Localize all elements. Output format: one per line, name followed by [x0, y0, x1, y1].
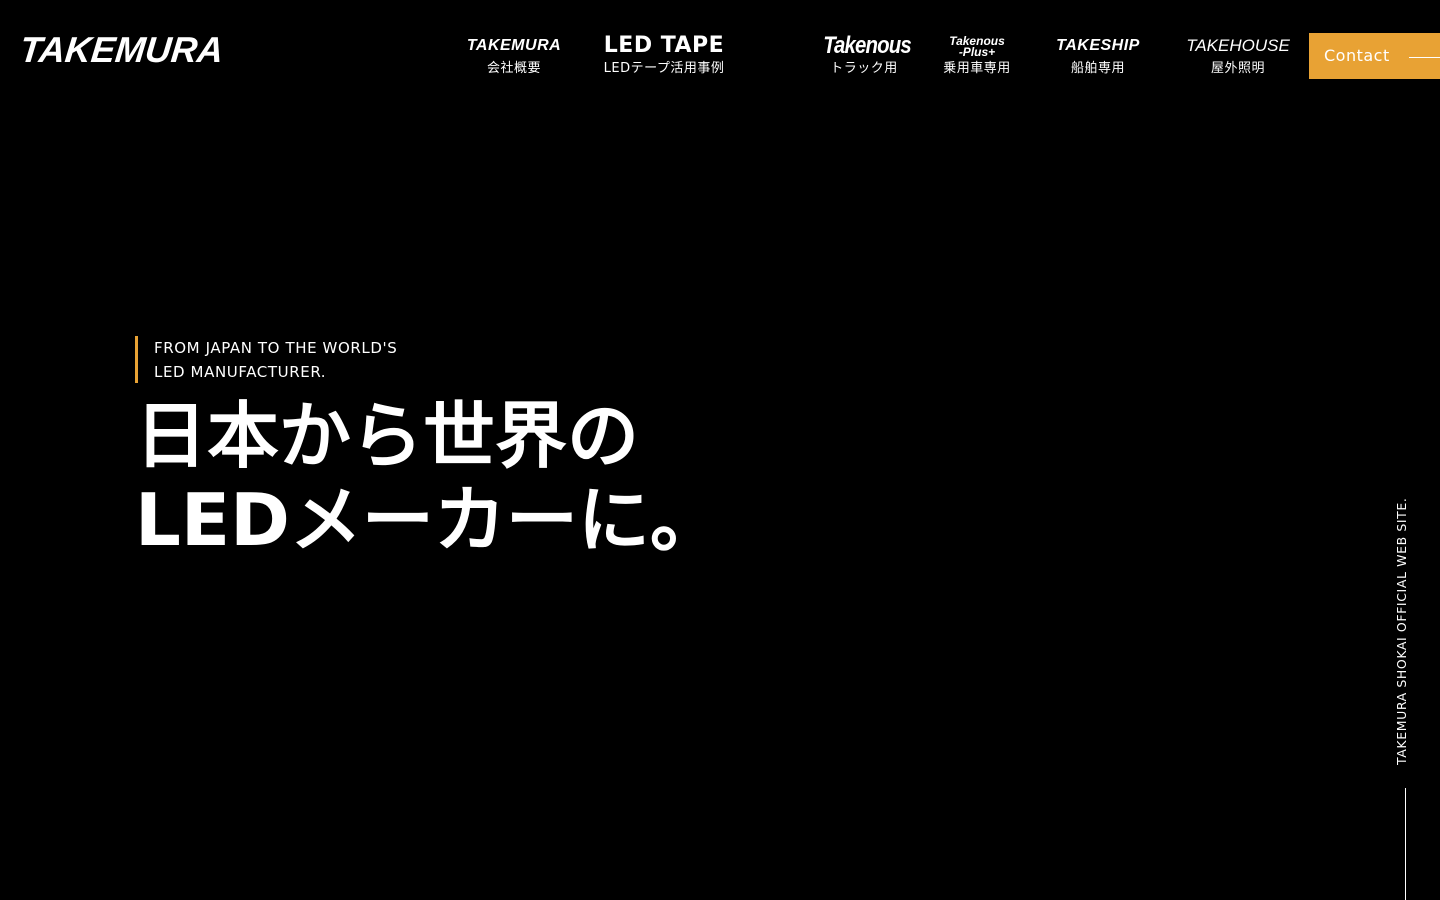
hero-headline-line1: 日本から世界の [135, 394, 640, 478]
nav-sub-company: 会社概要 [486, 61, 541, 76]
nav-sub-ship: 船舶専用 [1070, 61, 1125, 76]
hero-tagline: FROM JAPAN TO THE WORLD'S LED MANUFACTUR… [135, 336, 397, 383]
side-vertical-line [1405, 788, 1406, 900]
nav-brand-led-tape: LED TAPE [603, 33, 725, 58]
nav-brand-takemura: TAKEMURA [466, 37, 562, 54]
nav-item-takenous[interactable]: Takenous トラック用 [816, 34, 912, 79]
side-vertical-text: TAKEMURA SHOKAI OFFICIAL WEB SITE. [1394, 497, 1409, 765]
nav-brand-takenous: Takenous [823, 32, 912, 59]
hero-tagline-line2: LED MANUFACTURER. [154, 363, 327, 381]
hero-headline: 日本から世界の LEDメーカーに。 [135, 394, 722, 562]
contact-button[interactable]: Contact [1309, 33, 1440, 79]
hero-headline-line2: LEDメーカーに。 [135, 478, 722, 562]
page: TAKEMURA TAKEMURA 会社概要 LED TAPE LEDテープ活用… [0, 0, 1440, 900]
nav-sub-outdoor: 屋外照明 [1210, 61, 1265, 76]
nav-brand-takenous-plus-line2: -Plus+ [958, 45, 996, 59]
nav-sub-led-tape: LEDテープ活用事例 [603, 61, 725, 76]
nav-sub-car: 乗用車専用 [943, 61, 1011, 76]
nav-item-takenous-plus[interactable]: Takenous -Plus+ 乗用車専用 [938, 35, 1016, 79]
nav-brand-takehouse: TAKEHOUSE [1186, 36, 1290, 55]
nav-brand-takeship: TAKESHIP [1056, 37, 1140, 54]
site-logo[interactable]: TAKEMURA [18, 29, 226, 70]
nav-brand-takenous-plus: Takenous -Plus+ [938, 35, 1016, 60]
nav-item-led-tape[interactable]: LED TAPE LEDテープ活用事例 [596, 34, 732, 79]
nav-item-company[interactable]: TAKEMURA 会社概要 [458, 34, 570, 79]
nav-item-takehouse[interactable]: TAKEHOUSE 屋外照明 [1182, 34, 1294, 79]
nav-sub-truck: トラック用 [830, 61, 898, 76]
contact-label: Contact [1324, 46, 1390, 65]
hero-tagline-line1: FROM JAPAN TO THE WORLD'S [154, 339, 398, 357]
nav-item-takeship[interactable]: TAKESHIP 船舶専用 [1042, 34, 1154, 79]
contact-arrow-line [1409, 57, 1440, 58]
